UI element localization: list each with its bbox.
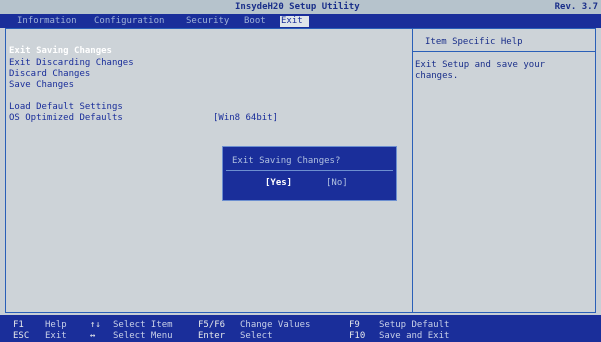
esc-key: ESC — [13, 331, 30, 341]
revision-label: Rev. 3.7 — [554, 2, 598, 12]
f9-desc: Setup Default — [379, 320, 450, 330]
f1-desc: Help — [45, 320, 67, 330]
esc-desc: Exit — [45, 331, 67, 341]
app-title: InsydeH20 Setup Utility — [235, 2, 360, 12]
f5f6-key: F5/F6 — [198, 320, 226, 330]
updown-desc: Select Item — [113, 320, 173, 330]
option-save-changes[interactable]: Save Changes — [9, 81, 74, 90]
tab-boot[interactable]: Boot — [243, 16, 267, 27]
dialog-separator — [226, 170, 393, 171]
tab-security[interactable]: Security — [185, 16, 230, 27]
footer-keys: F1 Help ESC Exit ↑↓ Select Item ↔ Select… — [0, 315, 601, 342]
f10-desc: Save and Exit — [379, 331, 450, 341]
option-os-optimized-defaults[interactable]: OS Optimized Defaults — [9, 114, 123, 123]
enter-key: Enter — [198, 331, 226, 341]
updown-key: ↑↓ — [90, 320, 101, 330]
help-divider — [413, 51, 596, 52]
no-button[interactable]: [No] — [326, 179, 348, 188]
yes-button[interactable]: [Yes] — [265, 179, 292, 188]
tab-configuration[interactable]: Configuration — [93, 16, 165, 27]
leftright-desc: Select Menu — [113, 331, 173, 341]
f1-key: F1 — [13, 320, 24, 330]
help-text: Exit Setup and save your changes. — [415, 60, 546, 81]
f10-key: F10 — [349, 331, 366, 341]
dialog-title: Exit Saving Changes? — [232, 156, 341, 166]
panel-divider — [412, 29, 413, 312]
tab-information[interactable]: Information — [16, 16, 78, 27]
option-discard-changes[interactable]: Discard Changes — [9, 70, 90, 79]
option-exit-discarding-changes[interactable]: Exit Discarding Changes — [9, 59, 134, 68]
f9-key: F9 — [349, 320, 360, 330]
option-load-default-settings[interactable]: Load Default Settings — [9, 103, 123, 112]
menu-bar: Information Configuration Security Boot … — [0, 14, 601, 28]
os-optimized-value[interactable]: [Win8 64bit] — [213, 114, 278, 123]
confirm-dialog: Exit Saving Changes? [Yes] [No] — [222, 146, 397, 201]
tab-exit[interactable]: Exit — [280, 16, 309, 27]
title-bar: InsydeH20 Setup Utility Rev. 3.7 — [0, 0, 601, 14]
enter-desc: Select — [240, 331, 273, 341]
help-heading: Item Specific Help — [425, 37, 523, 47]
f5f6-desc: Change Values — [240, 320, 311, 330]
option-exit-saving-changes[interactable]: Exit Saving Changes — [9, 47, 112, 56]
leftright-key: ↔ — [90, 331, 96, 341]
